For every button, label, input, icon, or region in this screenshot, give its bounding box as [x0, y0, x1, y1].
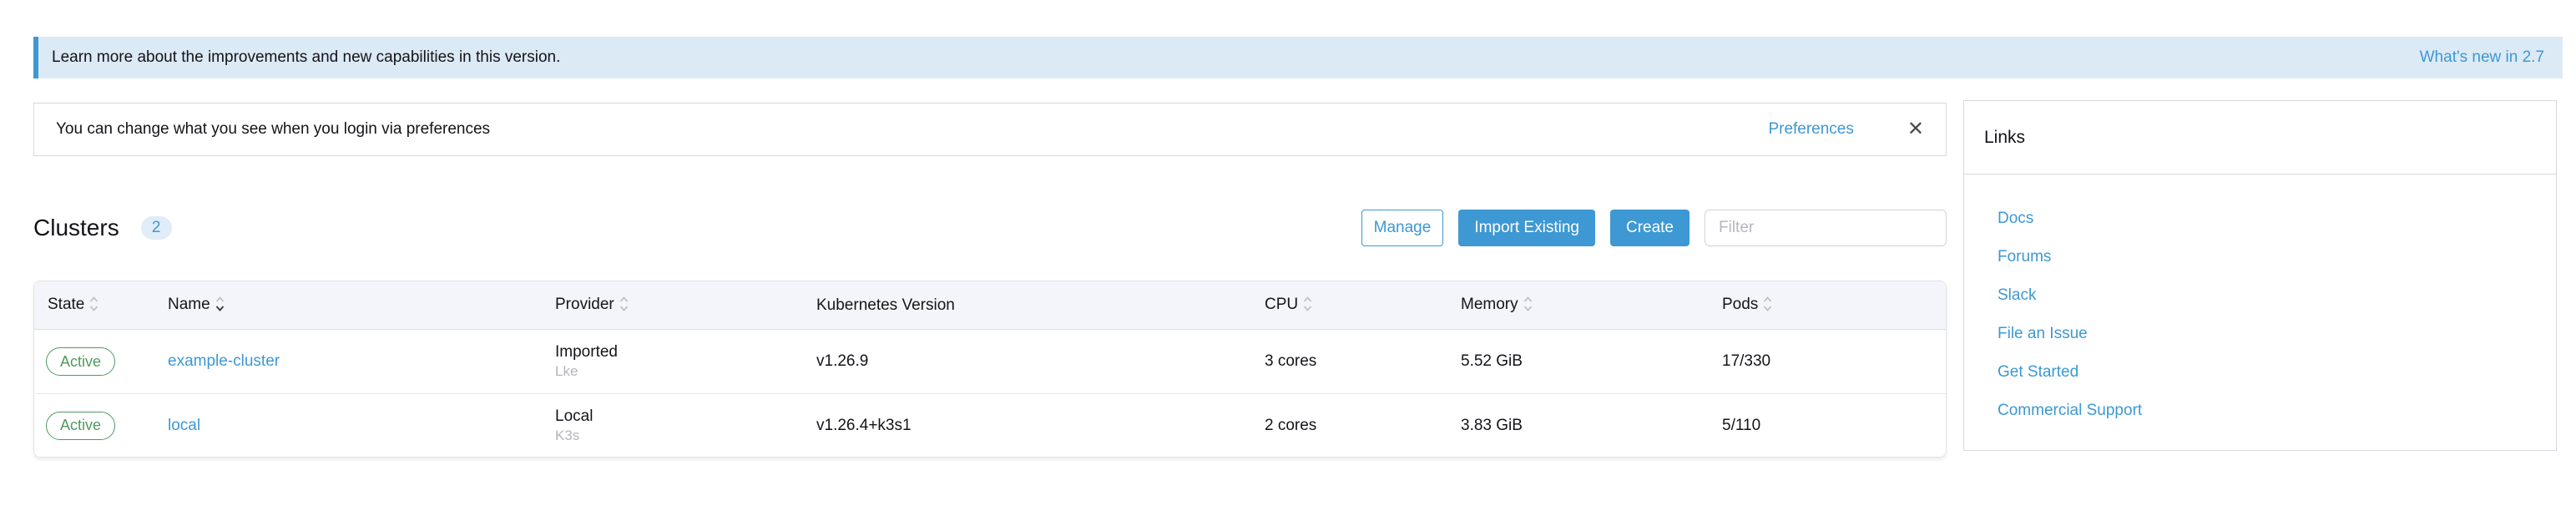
sort-icon [88, 294, 99, 314]
kubernetes-version-cell: v1.26.4+k3s1 [816, 393, 1265, 457]
column-header-pods[interactable]: Pods [1722, 281, 1946, 330]
filter-input[interactable] [1705, 210, 1947, 246]
provider-name: Imported [555, 342, 816, 362]
column-header-cpu[interactable]: CPU [1265, 281, 1461, 330]
memory-cell: 3.83 GiB [1461, 393, 1722, 457]
column-header-state[interactable]: State [34, 281, 168, 330]
pods-cell: 17/330 [1722, 330, 1946, 393]
column-header-memory[interactable]: Memory [1461, 281, 1722, 330]
cpu-cell: 2 cores [1265, 393, 1461, 457]
column-header-kubernetes-version[interactable]: Kubernetes Version [816, 281, 1265, 330]
pods-cell: 5/110 [1722, 393, 1946, 457]
close-icon[interactable]: ✕ [1907, 119, 1924, 139]
link-file-an-issue[interactable]: File an Issue [1964, 315, 2556, 353]
sort-icon [619, 294, 629, 314]
links-panel-title: Links [1984, 128, 2025, 148]
provider-distro: K3s [555, 427, 816, 445]
cluster-count-badge: 2 [141, 216, 172, 240]
cluster-actions: Manage Import Existing Create [1361, 210, 1947, 246]
sort-icon [1762, 294, 1773, 314]
table-row: Active example-cluster Imported Lke v1.2… [34, 330, 1946, 393]
link-get-started[interactable]: Get Started [1964, 353, 2556, 392]
import-existing-button[interactable]: Import Existing [1458, 210, 1595, 246]
version-banner-text: Learn more about the improvements and ne… [52, 48, 560, 67]
clusters-table: State Name Provider Kubernetes Version C… [33, 281, 1947, 458]
manage-button[interactable]: Manage [1361, 210, 1444, 246]
links-panel-header: Links [1964, 101, 2556, 175]
column-header-name[interactable]: Name [168, 281, 555, 330]
column-header-provider[interactable]: Provider [555, 281, 816, 330]
kubernetes-version-cell: v1.26.9 [816, 330, 1265, 393]
preferences-banner-text: You can change what you see when you log… [56, 120, 490, 139]
memory-cell: 5.52 GiB [1461, 330, 1722, 393]
sort-icon [1523, 294, 1533, 314]
link-docs[interactable]: Docs [1964, 200, 2556, 238]
cpu-cell: 3 cores [1265, 330, 1461, 393]
link-slack[interactable]: Slack [1964, 276, 2556, 315]
links-panel-body: Docs Forums Slack File an Issue Get Star… [1964, 175, 2556, 430]
provider-distro: Lke [555, 362, 816, 381]
whats-new-link[interactable]: What's new in 2.7 [2420, 48, 2544, 67]
cluster-name-link[interactable]: example-cluster [168, 352, 280, 370]
status-badge: Active [46, 412, 115, 440]
page-title: Clusters [33, 215, 119, 241]
sort-icon [1302, 294, 1313, 314]
create-button[interactable]: Create [1610, 210, 1690, 246]
provider-name: Local [555, 407, 816, 427]
link-commercial-support[interactable]: Commercial Support [1964, 392, 2556, 430]
version-banner: Learn more about the improvements and ne… [33, 37, 2563, 78]
links-panel: Links Docs Forums Slack File an Issue Ge… [1963, 100, 2557, 451]
status-badge: Active [46, 347, 115, 376]
clusters-header-row: Clusters 2 Manage Import Existing Create [33, 209, 1947, 247]
preferences-banner: You can change what you see when you log… [33, 103, 1947, 156]
sort-icon-active-desc [215, 294, 225, 314]
table-header-row: State Name Provider Kubernetes Version C… [34, 281, 1946, 330]
link-forums[interactable]: Forums [1964, 238, 2556, 276]
preferences-link[interactable]: Preferences [1768, 120, 1853, 139]
table-row: Active local Local K3s v1.26.4+k3s1 2 co… [34, 393, 1946, 457]
cluster-name-link[interactable]: local [168, 417, 200, 434]
